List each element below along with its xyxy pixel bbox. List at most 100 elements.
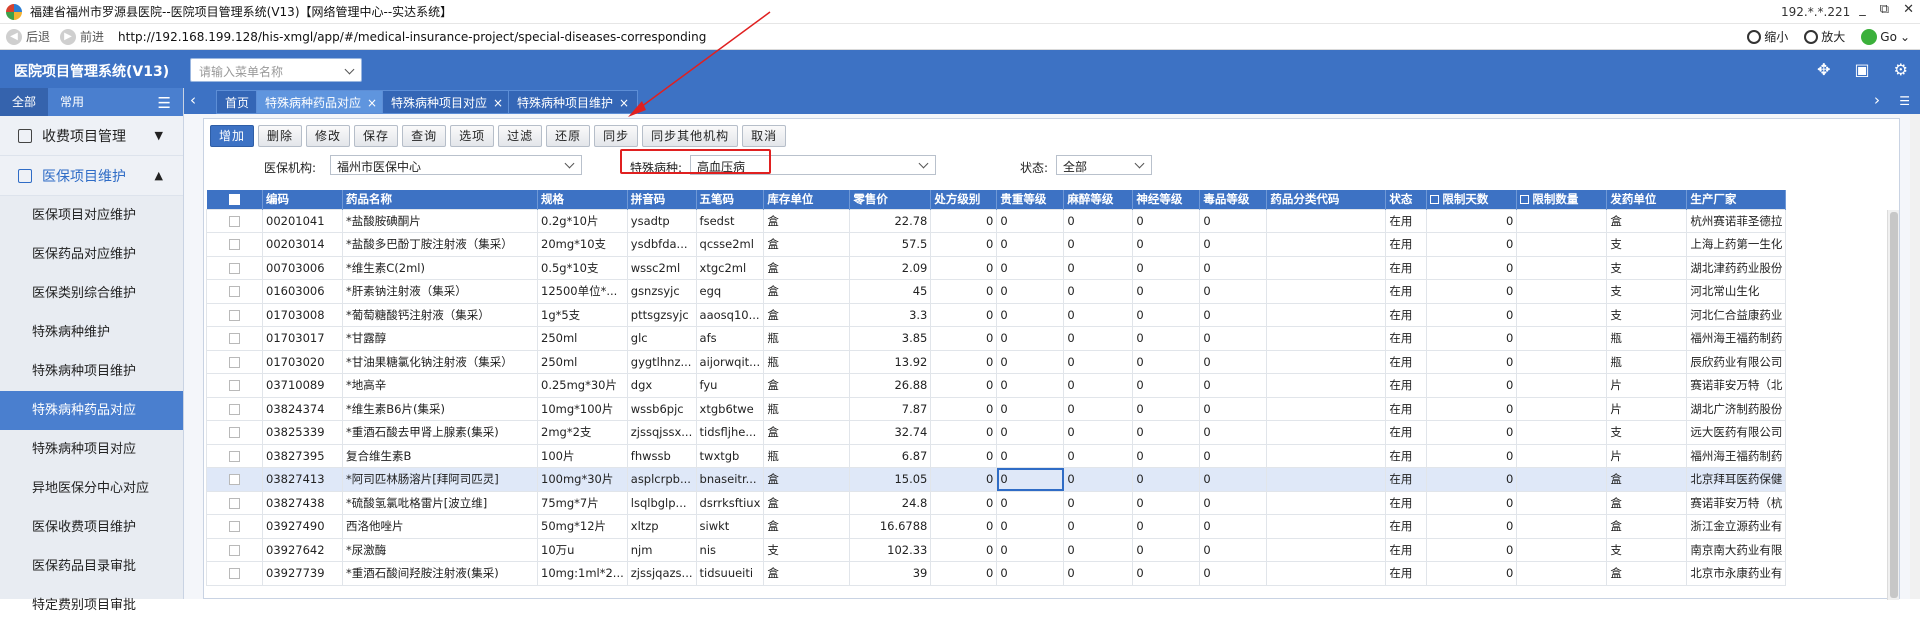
table-cell[interactable]: 支 [1606,537,1688,562]
table-cell[interactable]: 盒 [763,279,851,304]
tab-special-disease-drugs[interactable]: 特殊病种药品对应 × [256,90,387,114]
table-cell[interactable]: 瓶 [763,326,851,351]
table-cell[interactable]: glc [626,326,697,351]
table-row[interactable]: 00201041 *盐酸胺碘酮片 0.2g*10片 ysadtp fsedst 盒 22.7… [206,208,1787,233]
table-cell[interactable]: 瓶 [763,443,851,468]
col-header[interactable]: 药品分类代码 [1266,190,1387,209]
table-cell[interactable]: 盒 [1606,514,1688,539]
table-cell[interactable]: xltzp [626,514,697,539]
table-cell[interactable]: 瓶 [1606,349,1688,374]
table-cell[interactable]: 26.88 [849,373,932,398]
table-cell[interactable]: 0 [996,514,1065,539]
table-cell[interactable]: 0 [996,561,1065,586]
table-cell[interactable]: *维生素B6片(集采) [342,396,538,421]
table-cell[interactable]: 复合维生素B [342,443,538,468]
table-cell[interactable]: 3.85 [849,326,932,351]
table-cell[interactable]: *阿司匹林肠溶片[拜阿司匹灵] [342,467,538,492]
table-cell[interactable]: 在用 [1385,349,1428,374]
table-cell[interactable] [1516,467,1608,492]
table-row[interactable]: 03827438 *硫酸氢氯吡格雷片[波立维] 75mg*7片 lsqlbglp...… [206,490,1787,515]
table-cell[interactable]: 0 [1199,490,1268,515]
table-row[interactable]: 00703006 *维生素C(2ml) 0.5g*10支 wssc2ml xtgc2ml… [206,255,1787,280]
col-header[interactable]: 贵重等级 [996,190,1065,209]
table-cell[interactable]: 0 [1426,420,1518,445]
table-cell[interactable]: 0 [1199,326,1268,351]
sidebar-item[interactable]: 医保类别综合维护 [0,274,183,313]
row-checkbox[interactable] [206,232,263,257]
table-cell[interactable]: *尿激酶 [342,537,538,562]
table-cell[interactable]: 12500单位*... [537,279,628,304]
table-cell[interactable]: 03827413 [262,467,343,492]
table-cell[interactable]: asplcrpb... [626,467,697,492]
table-cell[interactable]: 0 [996,420,1065,445]
table-cell[interactable]: 0 [1132,302,1201,327]
zoom-out-button[interactable]: 缩小 [1747,28,1788,45]
table-cell[interactable]: 0 [1063,255,1134,280]
col-header[interactable]: 五笔码 [696,190,765,209]
table-cell[interactable]: 南京南大药业有限 [1686,537,1787,562]
table-cell[interactable]: 盒 [1606,490,1688,515]
table-cell[interactable]: 75mg*7片 [537,490,628,515]
table-cell[interactable] [1516,302,1608,327]
table-cell[interactable]: 0 [930,373,998,398]
sidebar-item-active[interactable]: 特殊病种药品对应 [0,391,183,430]
table-cell[interactable]: 盒 [763,467,851,492]
sidebar-item[interactable]: 医保药品目录审批 [0,547,183,586]
table-cell[interactable]: 24.8 [849,490,932,515]
table-cell[interactable]: 0 [1426,208,1518,233]
table-cell[interactable]: 0 [1063,537,1134,562]
table-cell[interactable]: 盒 [763,561,851,586]
table-cell[interactable]: 13.92 [849,349,932,374]
table-cell[interactable]: 39 [849,561,932,586]
row-checkbox[interactable] [206,420,263,445]
table-cell[interactable]: 0 [1199,208,1268,233]
table-cell[interactable]: 0 [1063,208,1134,233]
table-cell[interactable]: 在用 [1385,373,1428,398]
table-cell[interactable]: 01703017 [262,326,343,351]
table-cell[interactable]: 0 [1426,349,1518,374]
table-cell[interactable]: *甘露醇 [342,326,538,351]
table-cell[interactable]: 远大医药有限公司 [1686,420,1787,445]
table-cell[interactable]: 0 [1063,443,1134,468]
table-cell[interactable]: 0 [1199,279,1268,304]
table-cell[interactable]: 在用 [1385,467,1428,492]
cancel-button[interactable]: 取消 [742,125,787,147]
sidebar-item[interactable]: 医保药品对应维护 [0,235,183,274]
table-cell[interactable]: 03927642 [262,537,343,562]
menu-search-input[interactable]: 请输入菜单名称 [190,58,362,82]
table-cell[interactable]: 10mg*100片 [537,396,628,421]
table-cell[interactable]: 在用 [1385,514,1428,539]
table-cell[interactable]: 01703008 [262,302,343,327]
table-cell[interactable]: 0 [996,302,1065,327]
table-cell[interactable]: 0 [1132,443,1201,468]
sidebar-item[interactable]: 医保收费项目维护 [0,508,183,547]
table-cell[interactable] [1516,420,1608,445]
table-cell[interactable]: 0 [1132,373,1201,398]
col-header[interactable]: 编码 [262,190,343,209]
table-cell[interactable]: 瓶 [763,396,851,421]
table-cell[interactable]: 在用 [1385,561,1428,586]
table-cell[interactable]: dsrrksftiux [695,490,765,515]
table-cell[interactable]: aijorwqit... [695,349,765,374]
table-cell[interactable]: ysdbfda... [626,232,697,257]
sidebar-item[interactable]: 特定费别项目审批 [0,586,183,625]
table-cell[interactable] [1266,232,1387,257]
table-cell[interactable]: 16.6788 [849,514,932,539]
table-cell[interactable]: 在用 [1385,279,1428,304]
table-cell[interactable]: 盒 [1606,561,1688,586]
table-cell[interactable]: 03825339 [262,420,343,445]
page-scrollbar[interactable] [1910,114,1920,599]
table-cell[interactable]: 03927490 [262,514,343,539]
table-cell[interactable]: 0 [996,255,1065,280]
sidebar-item[interactable]: 异地医保分中心对应 [0,469,183,508]
table-cell[interactable]: 0 [1426,467,1518,492]
table-cell[interactable]: 0 [996,349,1065,374]
table-cell[interactable]: egq [695,279,765,304]
table-row[interactable]: 03927490 西洛他唑片 50mg*12片 xltzp siwkt 盒 16.6788 0… [206,514,1787,539]
table-cell[interactable]: 0 [1063,396,1134,421]
table-cell[interactable]: 0 [1199,537,1268,562]
table-cell[interactable]: 15.05 [849,467,932,492]
table-cell[interactable]: nis [695,537,765,562]
add-button[interactable]: 增加 [210,125,255,147]
table-row[interactable]: 03824374 *维生素B6片(集采) 10mg*100片 wssb6pjc xtgb… [206,396,1787,421]
